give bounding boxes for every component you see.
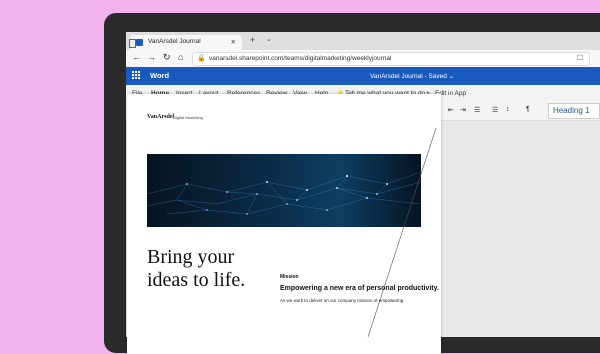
style-name: Heading 1 [553, 106, 590, 115]
app-launcher-icon[interactable] [132, 71, 140, 79]
increase-indent-icon[interactable]: ⇥ [460, 106, 466, 114]
app-name[interactable]: Word [150, 71, 169, 80]
word-header: Word VanArsdel Journal - Saved ⌄ [126, 67, 600, 85]
address-bar[interactable]: 🔒 vanarsdel.sharepoint.com/teams/digital… [192, 52, 590, 66]
paragraph-icon[interactable]: ¶ [526, 106, 530, 113]
mission-label: Mission [280, 274, 299, 280]
mission-subhead: Empowering a new era of personal product… [280, 285, 439, 292]
home-icon[interactable]: ⌂ [178, 52, 183, 62]
close-tab-icon[interactable]: ✕ [231, 38, 236, 46]
back-arrow-icon[interactable]: ← [132, 52, 141, 62]
tab-actions-icon[interactable] [129, 39, 136, 48]
lock-icon: 🔒 [197, 55, 206, 62]
network-graphic [147, 171, 421, 215]
word-favicon-icon [136, 39, 143, 46]
url-text: vanarsdel.sharepoint.com/teams/digitalma… [209, 55, 392, 62]
document-title[interactable]: VanArsdel Journal - Saved ⌄ [370, 72, 454, 80]
brand-logo: VanArsdel [147, 114, 175, 120]
styles-select[interactable]: Heading 1 [548, 103, 600, 119]
headline-line-1: Bring your [147, 246, 235, 268]
brand-subtitle: Digital Marketing [173, 115, 203, 120]
forward-arrow-icon[interactable]: → [147, 52, 156, 62]
headline: Bring your ideas to life. [147, 246, 277, 292]
mission-body: As we work to deliver on our company mis… [280, 298, 404, 303]
tab-title: VanArsdel Journal [148, 38, 201, 45]
hero-image [147, 154, 421, 227]
new-tab-button[interactable]: + [250, 35, 255, 45]
align-center-icon[interactable]: ☰ [492, 106, 498, 114]
document-page[interactable]: VanArsdel Digital Marketing Bring your i… [127, 94, 441, 354]
browser-tab[interactable]: VanArsdel Journal ✕ [129, 35, 242, 50]
tab-strip: VanArsdel Journal ✕ + ⌄ [126, 32, 600, 50]
decrease-indent-icon[interactable]: ⇤ [448, 106, 454, 114]
line-spacing-icon[interactable]: ↕ [506, 106, 510, 113]
browser-navbar: ← → ↻ ⌂ 🔒 vanarsdel.sharepoint.com/teams… [126, 50, 600, 67]
tab-menu-chevron-icon[interactable]: ⌄ [266, 35, 272, 43]
favorites-icon[interactable]: ☐ [577, 54, 583, 62]
headline-line-2: ideas to life. [147, 269, 246, 291]
align-left-icon[interactable]: ☰ [474, 106, 480, 114]
refresh-icon[interactable]: ↻ [163, 52, 171, 63]
